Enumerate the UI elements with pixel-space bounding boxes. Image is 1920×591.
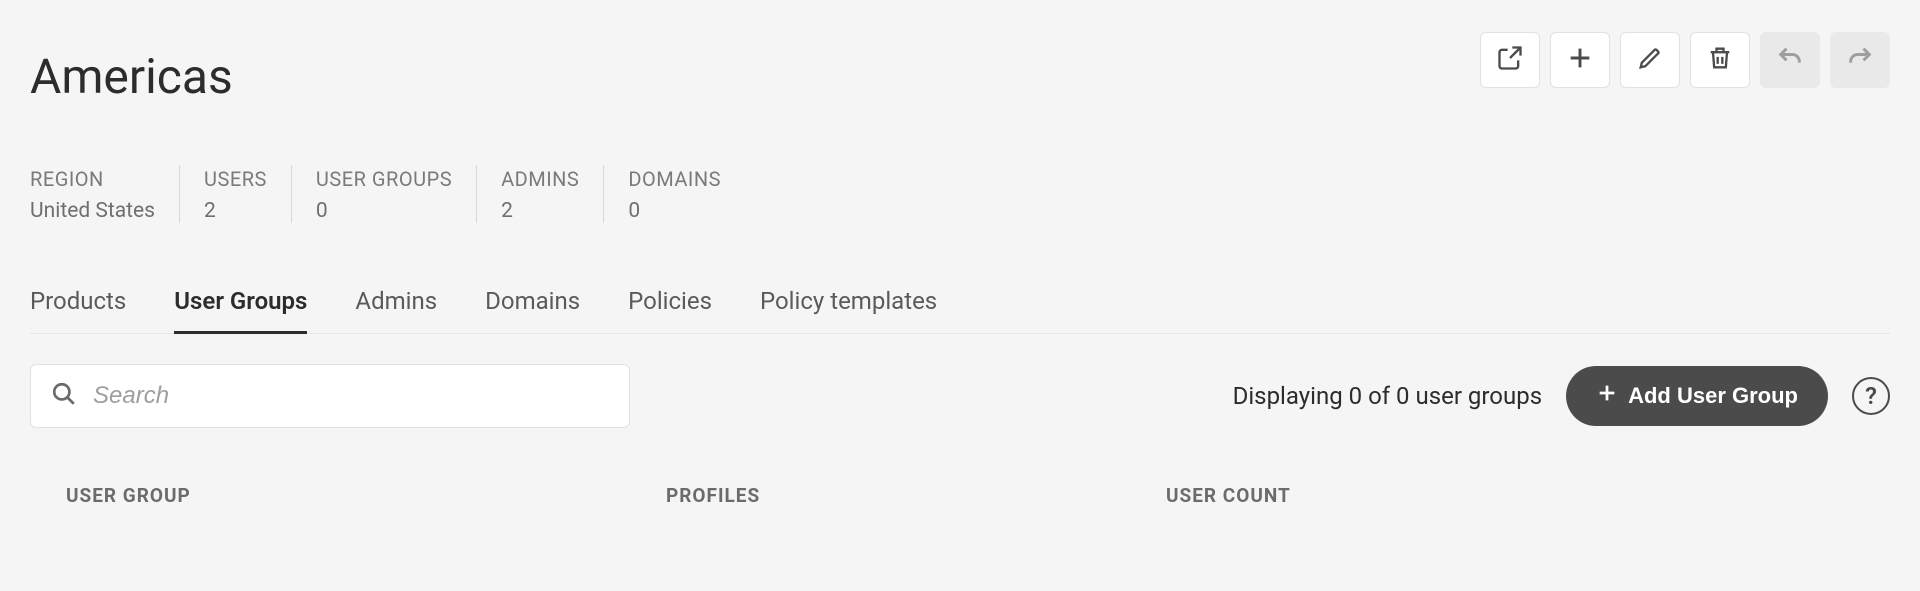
edit-button[interactable] bbox=[1620, 32, 1680, 88]
search-icon bbox=[51, 381, 77, 411]
toolbar bbox=[1480, 32, 1890, 88]
help-button[interactable]: ? bbox=[1852, 377, 1890, 415]
undo-button bbox=[1760, 32, 1820, 88]
stat-value: 0 bbox=[316, 199, 452, 223]
column-profiles[interactable]: PROFILES bbox=[666, 484, 1166, 507]
redo-button bbox=[1830, 32, 1890, 88]
delete-button[interactable] bbox=[1690, 32, 1750, 88]
help-icon: ? bbox=[1865, 382, 1877, 410]
tab-policy-templates[interactable]: Policy templates bbox=[760, 287, 937, 333]
tab-domains[interactable]: Domains bbox=[485, 287, 580, 333]
plus-icon bbox=[1566, 44, 1594, 76]
stat-label: REGION bbox=[30, 165, 155, 193]
stats-row: REGION United States USERS 2 USER GROUPS… bbox=[30, 165, 1890, 223]
tabs: Products User Groups Admins Domains Poli… bbox=[30, 287, 1890, 334]
stat-label: DOMAINS bbox=[628, 165, 721, 193]
stat-value: United States bbox=[30, 199, 155, 223]
redo-icon bbox=[1845, 44, 1875, 76]
table-header: USER GROUP PROFILES USER COUNT bbox=[30, 484, 1890, 507]
export-button[interactable] bbox=[1480, 32, 1540, 88]
stat-value: 2 bbox=[204, 199, 267, 223]
stat-user-groups: USER GROUPS 0 bbox=[291, 165, 476, 223]
add-user-group-label: Add User Group bbox=[1628, 383, 1798, 409]
undo-icon bbox=[1775, 44, 1805, 76]
stat-value: 2 bbox=[501, 199, 579, 223]
column-user-group[interactable]: USER GROUP bbox=[66, 484, 666, 507]
tab-user-groups[interactable]: User Groups bbox=[174, 287, 307, 333]
add-user-group-button[interactable]: Add User Group bbox=[1566, 366, 1828, 426]
stat-label: USER GROUPS bbox=[316, 165, 452, 193]
stat-label: USERS bbox=[204, 165, 267, 193]
plus-icon bbox=[1596, 382, 1618, 410]
tab-products[interactable]: Products bbox=[30, 287, 126, 333]
pencil-icon bbox=[1636, 44, 1664, 76]
export-icon bbox=[1496, 44, 1524, 76]
stat-region: REGION United States bbox=[30, 165, 179, 223]
trash-icon bbox=[1706, 44, 1734, 76]
filter-row: Displaying 0 of 0 user groups Add User G… bbox=[30, 364, 1890, 428]
tab-admins[interactable]: Admins bbox=[355, 287, 437, 333]
stat-admins: ADMINS 2 bbox=[476, 165, 603, 223]
search-input[interactable] bbox=[91, 381, 609, 411]
display-count-text: Displaying 0 of 0 user groups bbox=[1233, 382, 1543, 410]
stat-users: USERS 2 bbox=[179, 165, 291, 223]
stat-value: 0 bbox=[628, 199, 721, 223]
add-button[interactable] bbox=[1550, 32, 1610, 88]
search-field[interactable] bbox=[30, 364, 630, 428]
column-user-count[interactable]: USER COUNT bbox=[1166, 484, 1890, 507]
page-root: Americas bbox=[0, 0, 1920, 507]
header-row: Americas bbox=[30, 30, 1890, 105]
stat-label: ADMINS bbox=[501, 165, 579, 193]
stat-domains: DOMAINS 0 bbox=[603, 165, 745, 223]
page-title: Americas bbox=[30, 48, 233, 105]
tab-policies[interactable]: Policies bbox=[628, 287, 712, 333]
